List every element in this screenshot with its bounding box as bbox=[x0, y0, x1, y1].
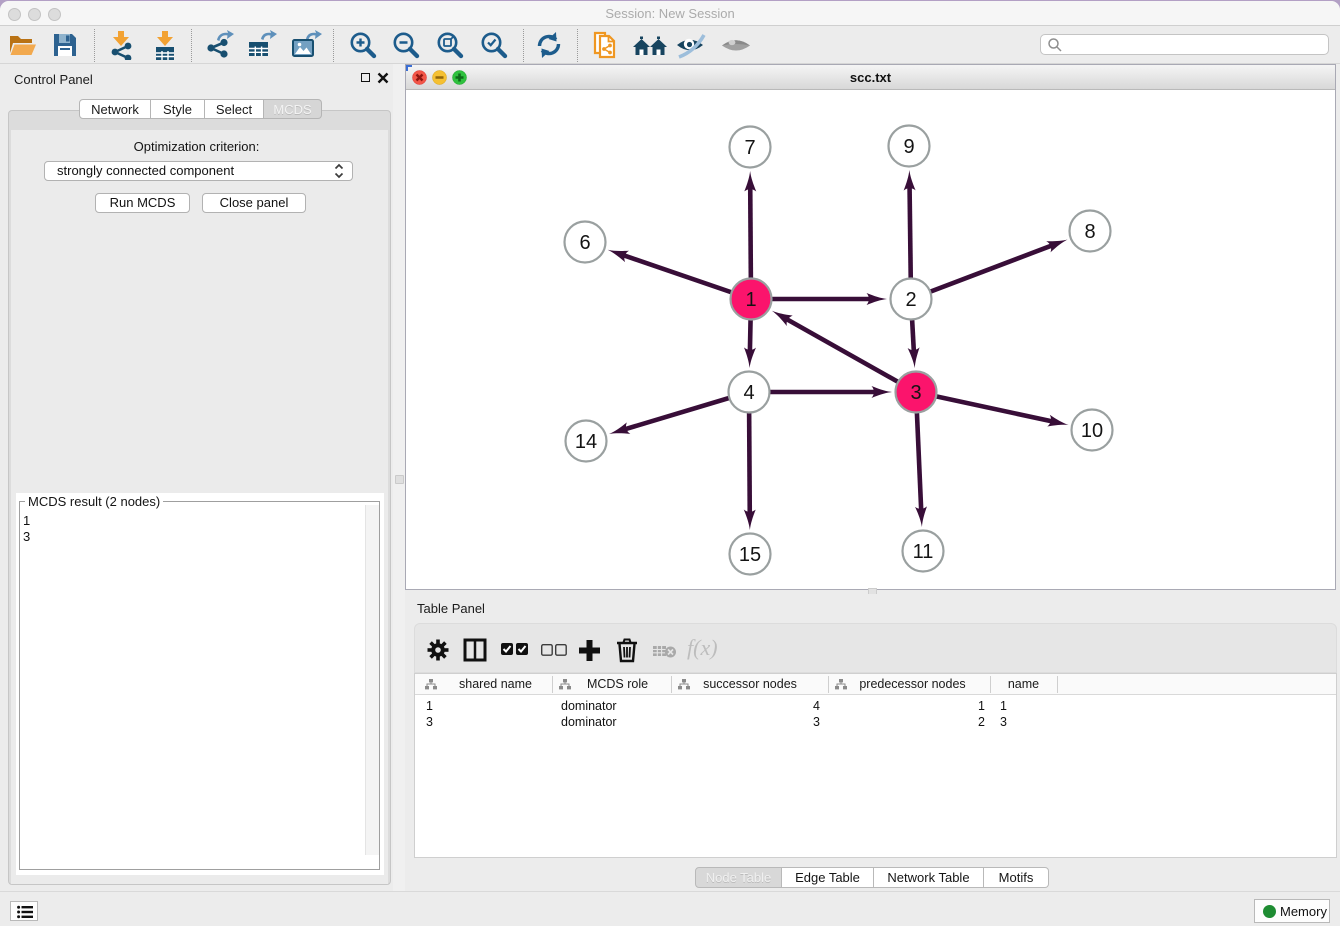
svg-text:15: 15 bbox=[739, 544, 761, 566]
svg-text:10: 10 bbox=[1081, 420, 1103, 442]
svg-text:8: 8 bbox=[1084, 221, 1095, 243]
svg-text:11: 11 bbox=[913, 541, 934, 563]
svg-text:2: 2 bbox=[905, 289, 916, 311]
svg-text:3: 3 bbox=[910, 382, 921, 404]
svg-text:14: 14 bbox=[575, 431, 597, 453]
svg-text:6: 6 bbox=[579, 232, 590, 254]
svg-text:1: 1 bbox=[745, 289, 756, 311]
svg-text:9: 9 bbox=[903, 136, 914, 158]
svg-text:4: 4 bbox=[743, 382, 754, 404]
svg-text:7: 7 bbox=[744, 137, 755, 159]
